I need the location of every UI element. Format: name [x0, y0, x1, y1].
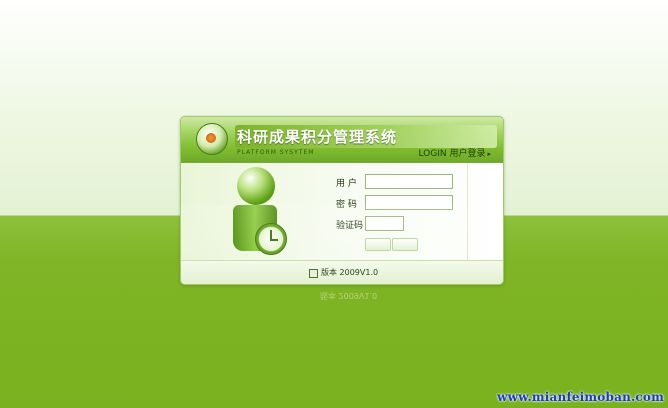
version-reflection: 版本 2009V1.0	[320, 291, 378, 300]
figure-head	[237, 167, 275, 205]
user-label: 用 户	[336, 179, 357, 189]
panel-header: 科研成果积分管理系统 PLATFORM SYSYTEM LOGIN 用户登录 ▸	[181, 117, 503, 163]
button-reflection-left	[366, 331, 390, 341]
login-link-label: LOGIN 用户登录	[418, 149, 486, 159]
login-link[interactable]: LOGIN 用户登录 ▸	[418, 146, 491, 159]
app-title: 科研成果积分管理系统	[237, 128, 398, 146]
app-subtitle: PLATFORM SYSYTEM	[237, 149, 315, 156]
arrow-right-icon: ▸	[487, 150, 491, 158]
target-logo-icon	[196, 123, 228, 155]
username-field[interactable]	[365, 174, 453, 189]
watermark-link[interactable]: www.mianfeimoban.com	[497, 390, 664, 404]
panel-reflection	[180, 205, 502, 285]
login-page: 科研成果积分管理系统 PLATFORM SYSYTEM LOGIN 用户登录 ▸ …	[0, 0, 668, 408]
button-reflection-right	[392, 331, 416, 341]
